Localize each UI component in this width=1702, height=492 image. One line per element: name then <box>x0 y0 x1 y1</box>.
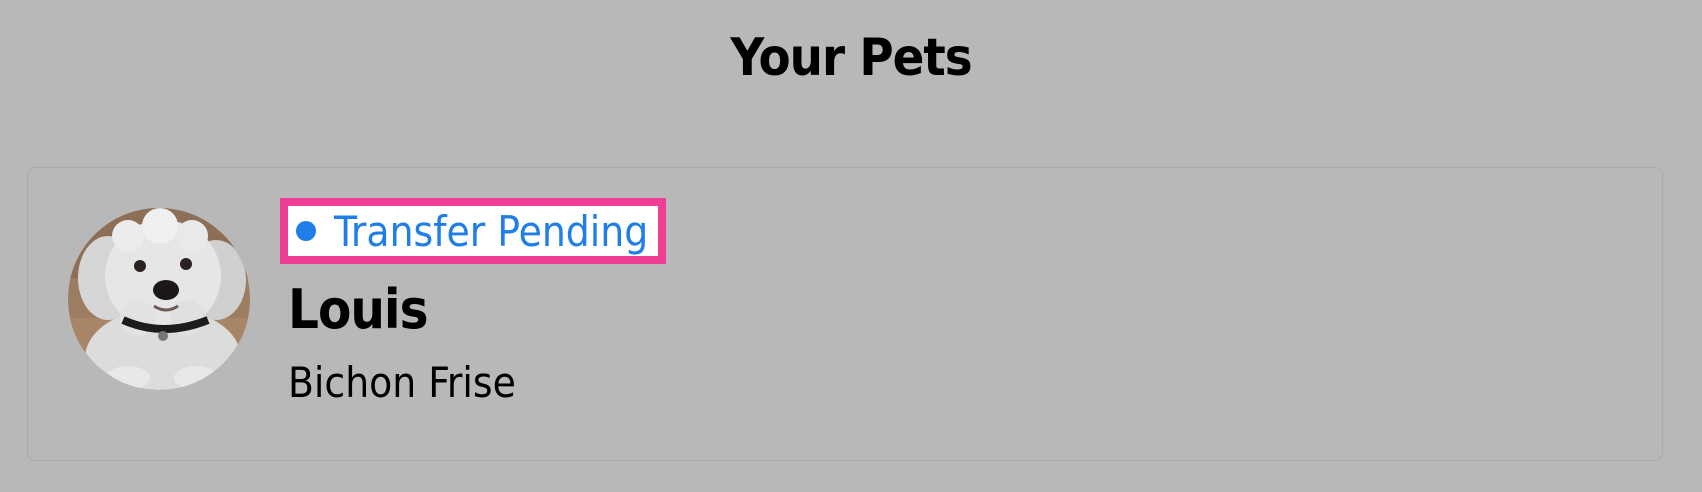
pet-name: Louis <box>288 278 428 341</box>
page-title: Your Pets <box>730 28 972 88</box>
pet-card[interactable]: Transfer Pending Louis Bichon Frise <box>27 167 1663 461</box>
status-dot-icon <box>296 221 316 241</box>
status-label: Transfer Pending <box>334 206 649 256</box>
dog-photo-icon <box>68 208 250 390</box>
pet-avatar <box>68 208 250 390</box>
transfer-status-badge: Transfer Pending <box>280 198 667 264</box>
pet-breed: Bichon Frise <box>288 358 516 407</box>
